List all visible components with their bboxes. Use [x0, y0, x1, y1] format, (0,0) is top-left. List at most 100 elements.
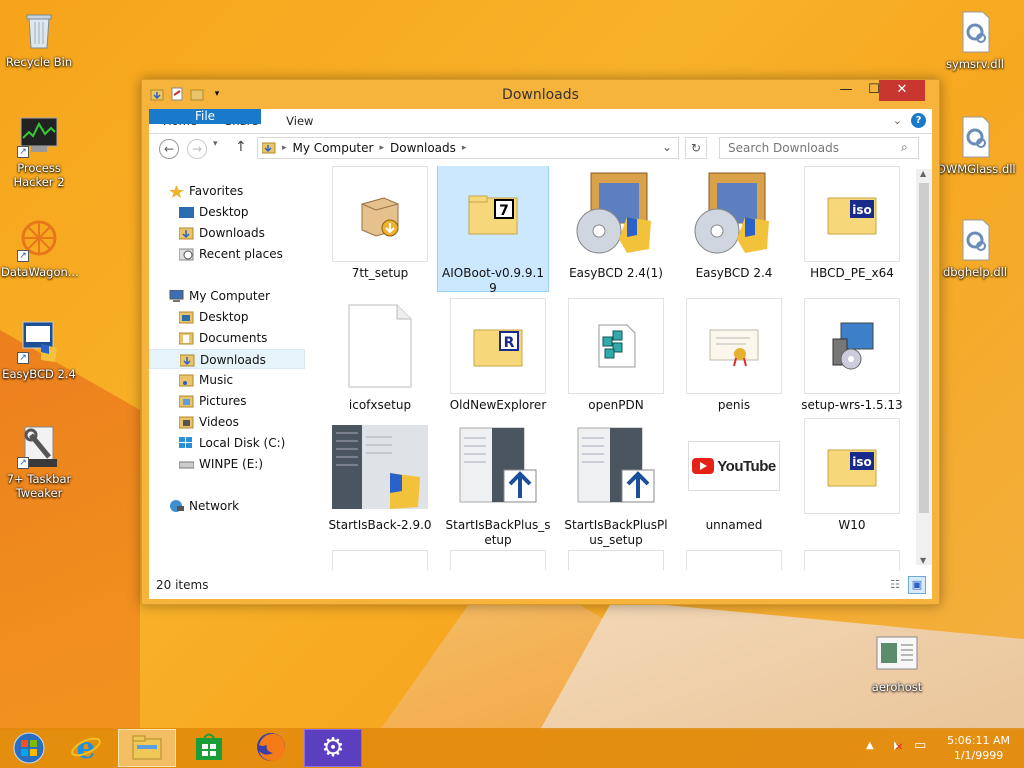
desktop-icon-dbghelp[interactable]: dbghelp.dll [937, 218, 1013, 279]
clock[interactable]: 5:06:11 AM 1/1/9999 [947, 733, 1010, 763]
taskbar-store[interactable] [180, 729, 238, 767]
title-bar[interactable]: ▾ Downloads — ☐ ✕ [142, 80, 939, 108]
taskbar-tweaker-icon: ↗ [17, 425, 61, 469]
file-item-partial[interactable] [450, 550, 546, 570]
file-item[interactable]: StartIsBackPlusPl us_setup [560, 418, 672, 548]
nav-downloads[interactable]: Downloads [149, 223, 305, 243]
file-item-partial[interactable] [332, 550, 428, 570]
network-tray-icon[interactable]: ▭ [914, 738, 926, 753]
file-name: HBCD_PE_x64 [810, 266, 894, 280]
internet-explorer-icon: e [70, 731, 102, 766]
forward-button[interactable]: → [187, 139, 207, 159]
network-icon [169, 499, 184, 512]
nav-recent-places[interactable]: Recent places [149, 244, 305, 264]
close-button[interactable]: ✕ [879, 80, 925, 101]
nav-pc-desktop[interactable]: Desktop [149, 307, 305, 327]
chevron-right-icon: ▸ [282, 143, 287, 153]
clock-time: 5:06:11 AM [947, 734, 1010, 747]
nav-pc-downloads[interactable]: Downloads [149, 349, 305, 369]
taskbar-settings[interactable]: ⚙ [304, 729, 362, 767]
file-item[interactable]: YouTube unnamed [678, 418, 790, 533]
desktop-icon-label: dbghelp.dll [942, 265, 1008, 279]
desktop-icon-dwmglass[interactable]: DWMGlass.dll [937, 115, 1016, 176]
desktop-icon-label: Recycle Bin [5, 55, 73, 69]
start-button[interactable] [0, 729, 58, 767]
desktop-icon-label: Process Hacker 2 [13, 161, 65, 189]
process-hacker-icon: ↗ [17, 114, 61, 158]
desktop-icon-label: symsrv.dll [946, 57, 1004, 71]
search-icon[interactable]: ⌕ [901, 140, 908, 155]
expand-ribbon-icon[interactable]: ⌄ [893, 114, 902, 127]
nav-local-disk[interactable]: Local Disk (C:) [149, 433, 305, 453]
gear-icon: ⚙ [321, 733, 345, 763]
volume-muted-icon[interactable]: 🕨✕ [890, 738, 903, 754]
nav-my-computer[interactable]: My Computer [149, 286, 305, 306]
nav-desktop[interactable]: Desktop [149, 202, 305, 222]
breadcrumb-my-computer[interactable]: My Computer [293, 141, 374, 155]
large-icons-view-icon[interactable]: ▣ [908, 576, 926, 594]
desktop-icon-aerohost[interactable]: aerohost [859, 633, 935, 694]
up-button[interactable]: ↑ [235, 139, 247, 155]
taskbar-internet-explorer[interactable]: e [57, 729, 115, 767]
file-item[interactable]: setup-wrs-1.5.13 [796, 298, 908, 413]
file-item-partial[interactable] [804, 550, 900, 570]
taskbar-file-explorer[interactable] [118, 729, 176, 767]
file-item-partial[interactable] [686, 550, 782, 570]
address-dropdown-icon[interactable]: ⌄ [662, 140, 672, 154]
file-item[interactable]: StartIsBack-2.9.0 [324, 418, 436, 533]
svg-text:iso: iso [852, 455, 872, 469]
file-item-selected[interactable]: 7 AIOBoot-v0.9.9.1 9 [437, 166, 549, 295]
show-hidden-icons[interactable]: ▲ [866, 740, 874, 751]
dll-file-icon [953, 115, 997, 159]
tab-file[interactable]: File [149, 109, 261, 124]
downloads-folder-icon [178, 226, 194, 240]
details-view-icon[interactable]: ☷ [887, 577, 903, 593]
nav-videos[interactable]: Videos [149, 412, 305, 432]
refresh-button[interactable]: ↻ [685, 137, 707, 159]
file-item-partial[interactable] [568, 550, 664, 570]
desktop-icon-symsrv[interactable]: symsrv.dll [937, 10, 1013, 71]
help-icon[interactable]: ? [911, 113, 926, 128]
back-button[interactable]: ← [159, 139, 179, 159]
nav-pictures[interactable]: Pictures [149, 391, 305, 411]
vertical-scrollbar[interactable]: ▲ ▼ [916, 169, 932, 565]
nav-music[interactable]: Music [149, 370, 305, 390]
file-item[interactable]: R OldNewExplorer [442, 298, 554, 413]
desktop-icon-easybcd[interactable]: ↗ EasyBCD 2.4 [1, 320, 77, 381]
nav-favorites[interactable]: Favorites [149, 181, 305, 201]
breadcrumb-downloads[interactable]: Downloads [390, 141, 456, 155]
startisbackplus-icon [450, 418, 546, 514]
desktop-icon-process-hacker[interactable]: ↗ Process Hacker 2 [1, 114, 77, 189]
scroll-down-icon[interactable]: ▼ [920, 556, 926, 565]
file-item[interactable]: 7tt_setup [324, 166, 436, 281]
startisbackplus-icon [568, 418, 664, 514]
scrollbar-thumb[interactable] [919, 183, 929, 513]
scroll-up-icon[interactable]: ▲ [920, 169, 926, 178]
status-bar: 20 items ☷ ▣ [149, 571, 932, 599]
address-bar[interactable]: ▸ My Computer ▸ Downloads ▸ ⌄ [257, 137, 679, 159]
file-item[interactable]: icofxsetup [324, 298, 436, 413]
recent-locations-icon[interactable]: ▾ [213, 139, 218, 149]
file-item[interactable]: openPDN [560, 298, 672, 413]
explorer-window: ▾ Downloads — ☐ ✕ File Home Share View ⌄… [141, 79, 940, 605]
search-input[interactable]: Search Downloads [719, 137, 919, 159]
computer-icon [169, 289, 184, 302]
desktop-icon-taskbar-tweaker[interactable]: ↗ 7+ Taskbar Tweaker [1, 425, 77, 500]
tab-view[interactable]: View [272, 109, 327, 133]
file-item[interactable]: EasyBCD 2.4(1) [560, 166, 672, 281]
archive-r-icon: R [450, 298, 546, 394]
minimize-button[interactable]: — [832, 80, 860, 101]
file-name: EasyBCD 2.4(1) [569, 266, 663, 280]
taskbar-firefox[interactable] [242, 729, 300, 767]
nav-winpe[interactable]: WINPE (E:) [149, 454, 305, 474]
installer-icon [332, 166, 428, 262]
file-item[interactable]: iso HBCD_PE_x64 [796, 166, 908, 281]
file-item[interactable]: StartIsBackPlus_s etup [442, 418, 554, 548]
file-item[interactable]: EasyBCD 2.4 [678, 166, 790, 281]
nav-documents[interactable]: Documents [149, 328, 305, 348]
file-item[interactable]: iso W10 [796, 418, 908, 533]
desktop-icon-datawagon[interactable]: ↗ DataWagon... [1, 218, 79, 279]
file-item[interactable]: penis [678, 298, 790, 413]
nav-network[interactable]: Network [149, 496, 305, 516]
desktop-icon-recycle-bin[interactable]: Recycle Bin [1, 8, 77, 69]
